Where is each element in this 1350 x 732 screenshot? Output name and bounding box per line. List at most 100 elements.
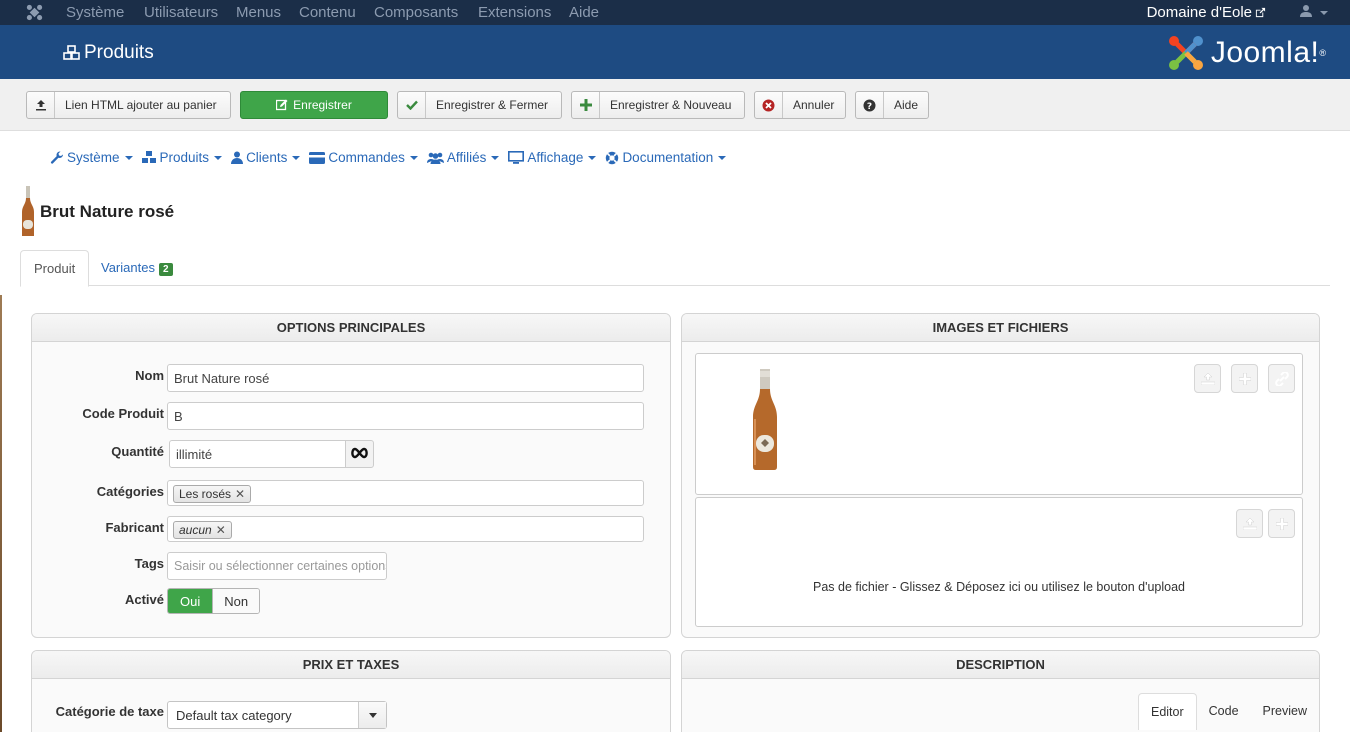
help-label: Aide — [893, 98, 918, 112]
category-chip: Les rosés ✕ — [173, 485, 252, 503]
upload-file-button[interactable] — [1236, 509, 1263, 538]
save-close-label: Enregistrer & Fermer — [436, 98, 549, 112]
submenu-documentation[interactable]: Documentation — [605, 150, 727, 165]
prices-panel: PRIX ET TAXES Catégorie de taxe Default … — [31, 650, 671, 732]
unlimited-button[interactable] — [345, 440, 374, 468]
tax-category-value: Default tax category — [176, 707, 292, 723]
user-icon — [231, 151, 244, 164]
manufacturer-chip: aucun ✕ — [173, 521, 232, 539]
save-close-button[interactable]: Enregistrer & Fermer — [397, 91, 562, 119]
add-file-button[interactable] — [1268, 509, 1295, 538]
tab-product[interactable]: Produit — [20, 250, 90, 287]
topmenu-menus[interactable]: Menus — [236, 4, 281, 21]
infinity-icon — [351, 447, 368, 459]
link-image-button[interactable] — [1268, 364, 1295, 393]
quantity-input[interactable]: illimité — [169, 440, 346, 468]
active-no-button[interactable]: Non — [212, 589, 260, 613]
users-icon — [426, 152, 444, 164]
tab-variants[interactable]: Variantes 2 — [88, 250, 186, 287]
upload-image-button[interactable] — [1194, 364, 1221, 393]
tags-input[interactable]: Saisir ou sélectionner certaines options — [167, 552, 387, 580]
submenu-affiliates[interactable]: Affiliés — [426, 150, 500, 165]
submenu-system[interactable]: Système — [50, 150, 133, 165]
caret-icon — [588, 155, 597, 160]
main-options-panel: OPTIONS PRINCIPALES Nom Brut Nature rosé… — [31, 313, 671, 638]
joomla-brand-icon — [1168, 36, 1203, 70]
code-label: Code Produit — [82, 406, 164, 421]
main-options-heading: OPTIONS PRINCIPALES — [32, 314, 670, 342]
cancel-label: Annuler — [793, 98, 835, 112]
image-dropzone[interactable] — [695, 353, 1303, 495]
upload-icon — [1242, 517, 1257, 530]
name-label: Nom — [135, 368, 164, 383]
add-image-button[interactable] — [1231, 364, 1258, 393]
description-panel: DESCRIPTION Editor Code Preview — [681, 650, 1320, 732]
submenu-system-label: Système — [67, 150, 120, 165]
site-link[interactable]: Domaine d'Eole — [1147, 4, 1266, 21]
wrench-icon — [50, 150, 63, 164]
product-thumbnail — [22, 186, 34, 236]
topmenu-users[interactable]: Utilisateurs — [144, 4, 218, 21]
no-file-message: Pas de fichier - Glissez & Déposez ici o… — [812, 580, 1186, 594]
tab-code[interactable]: Code — [1197, 693, 1251, 730]
variants-count-badge: 2 — [158, 263, 173, 276]
save-new-button[interactable]: Enregistrer & Nouveau — [571, 91, 745, 119]
submenu-affiliates-label: Affiliés — [446, 150, 487, 165]
caret-icon — [491, 155, 500, 160]
external-link-icon — [1255, 7, 1266, 18]
html-cart-link-button[interactable]: Lien HTML ajouter au panier — [26, 91, 231, 119]
plus-icon — [1238, 372, 1251, 385]
caret-icon — [409, 155, 418, 160]
submenu-products-label: Produits — [159, 150, 210, 165]
tab-preview[interactable]: Preview — [1251, 693, 1319, 730]
prices-heading: PRIX ET TAXES — [32, 651, 670, 679]
help-button[interactable]: ? Aide — [855, 91, 929, 119]
active-yes-button[interactable]: Oui — [168, 589, 213, 613]
topmenu-system[interactable]: Système — [66, 4, 124, 21]
category-chip-label: Les rosés — [179, 487, 232, 501]
topmenu-help[interactable]: Aide — [569, 4, 599, 21]
save-button[interactable]: Enregistrer — [240, 91, 388, 119]
product-image[interactable] — [750, 369, 780, 471]
topmenu-extensions[interactable]: Extensions — [478, 4, 551, 21]
joomla-menu-icon[interactable] — [26, 4, 43, 21]
edit-icon — [276, 99, 288, 111]
manufacturer-label: Fabricant — [105, 520, 164, 535]
background-edge — [0, 295, 2, 732]
submenu-products[interactable]: Produits — [141, 150, 223, 165]
tab-variants-label: Variantes — [101, 260, 155, 275]
submenu-display[interactable]: Affichage — [508, 150, 597, 165]
active-toggle: Oui Non — [167, 588, 261, 614]
cancel-circle-icon — [755, 92, 783, 118]
submenu-orders[interactable]: Commandes — [309, 150, 418, 165]
credit-card-icon — [309, 151, 326, 164]
file-dropzone[interactable]: Pas de fichier - Glissez & Déposez ici o… — [695, 497, 1303, 627]
joomla-logo: Joomla! ® — [1167, 34, 1326, 72]
save-new-label: Enregistrer & Nouveau — [610, 98, 732, 112]
registered-mark: ® — [1319, 48, 1326, 58]
topmenu-content[interactable]: Contenu — [299, 4, 356, 21]
cancel-button[interactable]: Annuler — [754, 91, 846, 119]
site-name: Domaine d'Eole — [1146, 4, 1252, 21]
tab-editor[interactable]: Editor — [1137, 693, 1197, 730]
submenu-documentation-label: Documentation — [622, 150, 714, 165]
page-title-text: Produits — [84, 42, 154, 63]
user-icon[interactable] — [1300, 4, 1312, 17]
categories-input[interactable]: Les rosés ✕ — [167, 480, 644, 506]
cubes-icon — [63, 45, 80, 60]
remove-chip-icon[interactable]: ✕ — [216, 523, 226, 537]
tax-category-select[interactable]: Default tax category — [167, 701, 387, 729]
code-input[interactable]: B — [167, 402, 644, 430]
product-title: Brut Nature rosé — [40, 202, 175, 221]
caret-icon — [292, 155, 301, 160]
manufacturer-input[interactable]: aucun ✕ — [167, 516, 644, 542]
name-input[interactable]: Brut Nature rosé — [167, 364, 644, 392]
admin-menu-bar: Système Utilisateurs Menus Contenu Compo… — [0, 0, 1350, 25]
manufacturer-chip-label: aucun — [179, 523, 212, 537]
product-heading: Brut Nature rosé — [20, 186, 174, 238]
remove-chip-icon[interactable]: ✕ — [235, 487, 245, 501]
submenu-customers[interactable]: Clients — [231, 150, 301, 165]
caret-icon — [124, 155, 133, 160]
topmenu-components[interactable]: Composants — [374, 4, 458, 21]
active-label: Activé — [124, 592, 164, 607]
